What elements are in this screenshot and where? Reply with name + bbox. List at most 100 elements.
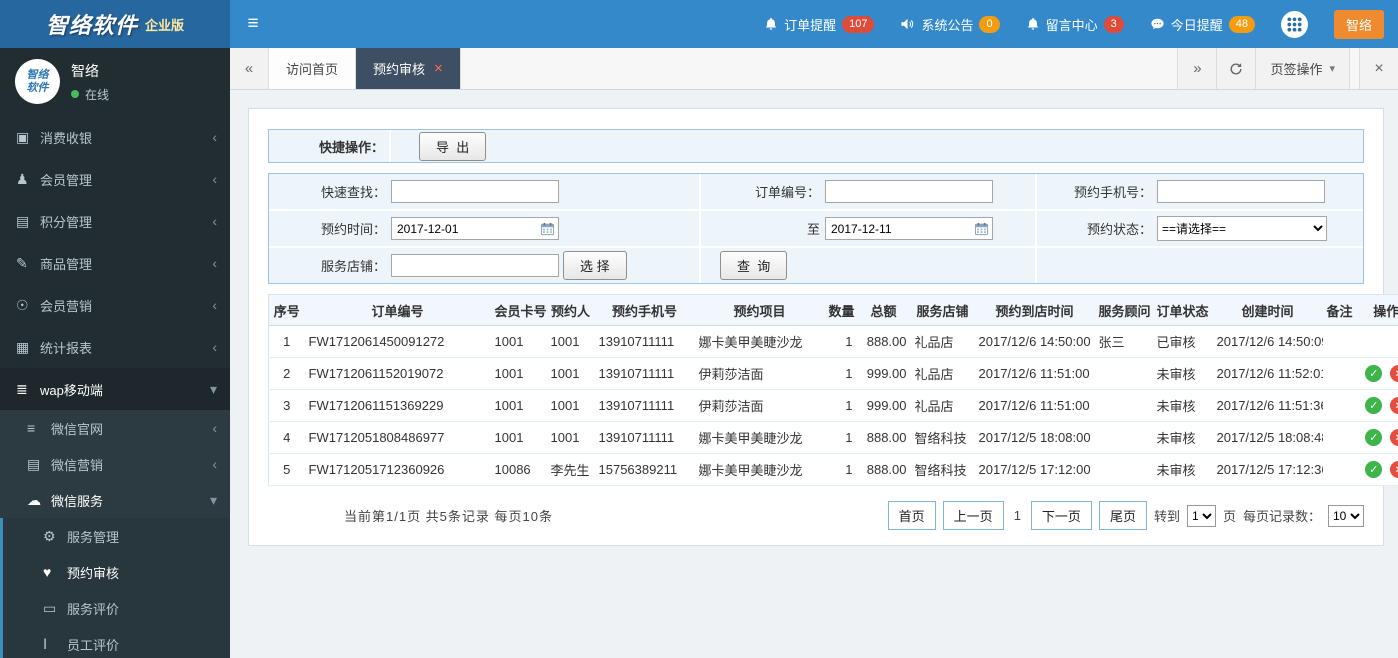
notice-order-reminder[interactable]: 订单提醒 107	[764, 15, 875, 34]
notice-count-badge: 107	[842, 15, 875, 33]
brand-logo[interactable]: 智络软件 企业版	[0, 0, 230, 48]
sidebar-item-label: 消费收银	[40, 130, 93, 146]
sidebar-item-cashier[interactable]: ▣ 消费收银 ‹	[0, 116, 230, 158]
sidebar-item-service-review[interactable]: ▭ 服务评价	[0, 590, 230, 626]
sidebar-item-wap-mobile[interactable]: ≣ wap移动端 ▾	[0, 368, 230, 410]
table-cell: 5	[268, 453, 305, 486]
query-button[interactable]: 查 询	[720, 251, 788, 280]
sidebar-item-label: 员工评价	[67, 637, 120, 653]
column-header: 预约项目	[694, 294, 825, 326]
speaker-icon	[900, 17, 915, 31]
tab-home[interactable]: 访问首页	[269, 48, 357, 89]
table-cell: 888.00	[856, 325, 911, 358]
table-cell: 伊莉莎洁面	[694, 389, 825, 422]
sidebar-item-goods[interactable]: ✎ 商品管理 ‹	[0, 242, 230, 284]
column-header: 预约到店时间	[974, 294, 1095, 326]
table-cell	[1094, 453, 1153, 486]
reject-icon[interactable]: ×	[1390, 397, 1398, 415]
sidebar-item-staff-review[interactable]: Ⅰ 员工评价	[0, 626, 230, 658]
calendar-icon[interactable]	[974, 222, 989, 236]
sidebar-item-reports[interactable]: ▦ 统计报表 ‹	[0, 326, 230, 368]
sidebar-item-marketing[interactable]: ☉ 会员营销 ‹	[0, 284, 230, 326]
sidebar-item-service-manage[interactable]: ⚙ 服务管理	[0, 518, 230, 554]
service-shop-input[interactable]	[391, 254, 559, 277]
table-cell: FW1712051808486977	[304, 421, 491, 454]
reject-icon[interactable]: ×	[1390, 461, 1398, 479]
sidebar-item-booking-audit[interactable]: ♥ 预约审核	[0, 554, 230, 590]
top-header: 智络软件 企业版 ≡ 订单提醒 107 系统公告 0 留言中心 3 今日提醒 4…	[0, 0, 1398, 48]
sidebar-item-wechat-marketing[interactable]: ▤ 微信营销 ‹	[0, 446, 230, 482]
quick-search-input[interactable]	[391, 180, 559, 203]
approve-icon[interactable]: ✓	[1365, 461, 1383, 479]
chevron-left-icon: ‹	[212, 456, 217, 472]
table-header-row: 序号 订单编号 会员卡号 预约人 预约手机号 预约项目 数量 总额 服务店铺 预…	[268, 294, 1398, 326]
booking-table-body: 1 FW1712061450091272 1001 1001 13910711111 娜卡…	[268, 325, 1398, 486]
table-cell: 2017/12/6 11:52:01	[1212, 357, 1323, 390]
approve-icon[interactable]: ✓	[1365, 365, 1383, 383]
first-page-button[interactable]: 首页	[887, 501, 936, 530]
notice-message-center[interactable]: 留言中心 3	[1026, 15, 1124, 34]
table-row: 1 FW1712061450091272 1001 1001 13910711111 娜卡…	[268, 325, 1398, 358]
page-size-select[interactable]: 10	[1328, 504, 1364, 527]
refresh-button[interactable]	[1216, 48, 1256, 89]
goto-page-select[interactable]: 1	[1186, 504, 1216, 527]
table-cell: 2017/12/6 11:51:00	[974, 357, 1095, 390]
table-cell: 未审核	[1152, 389, 1213, 422]
choose-shop-button[interactable]: 选 择	[563, 251, 627, 280]
table-cell	[1094, 421, 1153, 454]
date-from-input[interactable]	[397, 221, 537, 236]
chevron-left-icon: ‹	[212, 171, 217, 187]
user-name-badge[interactable]: 智络	[1333, 9, 1384, 39]
table-cell: 15756389211	[594, 453, 695, 486]
sidebar-item-points[interactable]: ▤ 积分管理 ‹	[0, 200, 230, 242]
tab-booking-audit[interactable]: 预约审核 ×	[356, 48, 461, 89]
notice-today-reminder[interactable]: 今日提醒 48	[1150, 15, 1255, 34]
next-page-button[interactable]: 下一页	[1030, 501, 1092, 530]
table-cell: 13910711111	[594, 421, 695, 454]
reject-icon[interactable]: ×	[1390, 429, 1398, 447]
table-cell: FW1712061450091272	[304, 325, 491, 358]
export-button[interactable]: 导 出	[419, 131, 487, 161]
date-to-input[interactable]	[831, 221, 971, 236]
chevron-left-icon: ‹	[212, 420, 217, 436]
approve-icon[interactable]: ✓	[1365, 397, 1383, 415]
tab-operations-dropdown[interactable]: 页签操作 ▾	[1255, 48, 1350, 89]
avatar-text-line2: 软件	[26, 81, 49, 94]
last-page-button[interactable]: 尾页	[1098, 501, 1147, 530]
notice-system-announcement[interactable]: 系统公告 0	[900, 15, 1000, 34]
booking-status-select[interactable]: ==请选择==	[1157, 216, 1327, 241]
sidebar-item-label: 积分管理	[40, 214, 93, 230]
refresh-icon	[1231, 62, 1242, 74]
booking-status-label: 预约状态：	[1086, 222, 1152, 237]
table-cell: 1001	[546, 421, 595, 454]
table-cell: 1001	[490, 421, 547, 454]
table-cell: 已审核	[1152, 325, 1213, 358]
order-no-input[interactable]	[825, 180, 993, 203]
sidebar-item-wechat-site[interactable]: ≡ 微信官网 ‹	[0, 410, 230, 446]
table-cell	[1094, 389, 1153, 422]
sidebar-item-label: 预约审核	[67, 565, 120, 581]
tabs-scroll-right-button[interactable]: »	[1177, 48, 1217, 89]
booking-table: 序号 订单编号 会员卡号 预约人 预约手机号 预约项目 数量 总额 服务店铺 预…	[268, 294, 1398, 486]
sidebar-item-wechat-service[interactable]: ☁ 微信服务 ▾	[0, 482, 230, 518]
member-icon: ♟	[16, 170, 29, 187]
table-row: 2 FW1712061152019072 1001 1001 13910711111 伊莉…	[268, 357, 1398, 390]
approve-icon[interactable]: ✓	[1365, 429, 1383, 447]
close-all-tabs-button[interactable]: ×	[1359, 48, 1398, 89]
table-cell: 智络科技	[910, 421, 975, 454]
sidebar-toggle-button[interactable]: ≡	[230, 0, 276, 48]
brand-name: 智络软件	[45, 13, 138, 38]
booking-phone-input[interactable]	[1157, 180, 1325, 203]
sidebar-item-members[interactable]: ♟ 会员管理 ‹	[0, 158, 230, 200]
table-cell: 1	[824, 325, 857, 358]
tabs-scroll-left-button[interactable]: «	[230, 48, 269, 89]
calendar-icon[interactable]	[540, 222, 555, 236]
reject-icon[interactable]: ×	[1390, 365, 1398, 383]
staff-icon: Ⅰ	[43, 635, 48, 652]
user-avatar[interactable]	[1280, 10, 1308, 38]
booking-audit-panel: 快捷操作： 导 出 快速查找： 订单编号： 预约手机号： 预约时间： 2017-…	[248, 108, 1398, 546]
close-tab-icon[interactable]: ×	[434, 61, 443, 76]
prev-page-button[interactable]: 上一页	[942, 501, 1004, 530]
main-content: 快捷操作： 导 出 快速查找： 订单编号： 预约手机号： 预约时间： 2017-…	[230, 90, 1398, 658]
table-cell: 999.00	[856, 357, 911, 390]
